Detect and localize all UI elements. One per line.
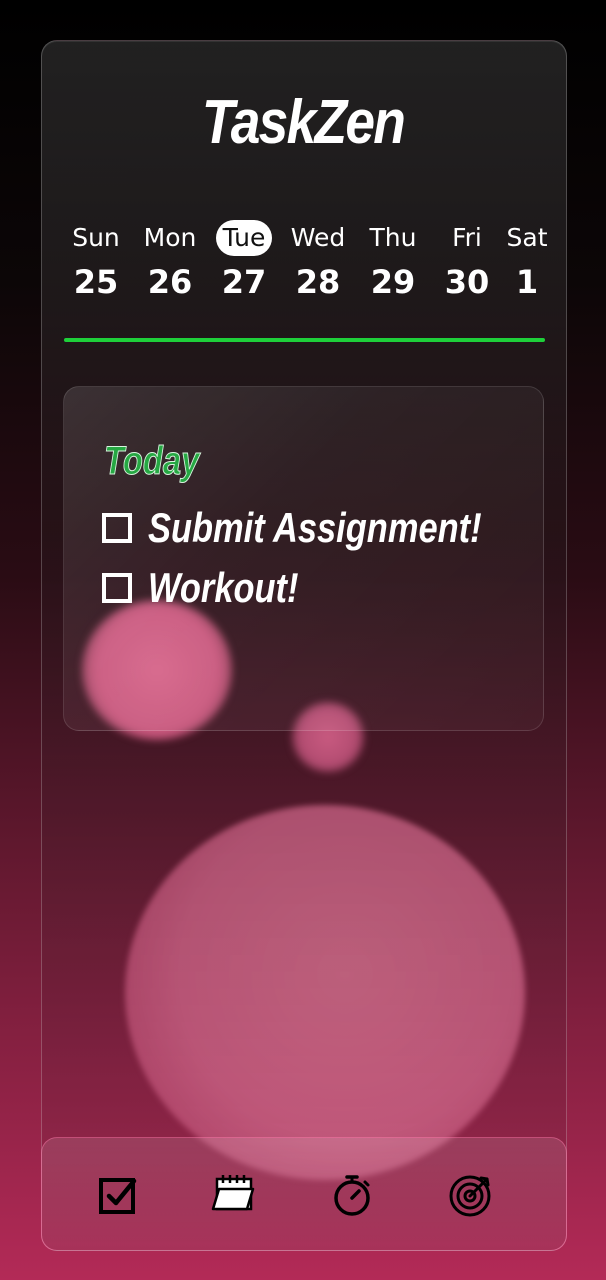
stopwatch-icon (334, 1175, 370, 1216)
app-title: TaskZen (201, 88, 406, 157)
day-name: Thu (369, 223, 417, 252)
today-heading: Today (104, 439, 200, 483)
day-number: 29 (370, 263, 416, 301)
nav-calendar-button[interactable] (207, 1169, 259, 1221)
day-sun[interactable]: Sun 25 (56, 220, 136, 298)
day-number: 27 (221, 263, 267, 301)
day-name: Tue (215, 220, 273, 256)
day-wed[interactable]: Wed 28 (278, 220, 358, 298)
target-icon (449, 1175, 491, 1217)
week-divider (64, 338, 545, 342)
nav-tasks-button[interactable] (92, 1169, 144, 1221)
day-mon[interactable]: Mon 26 (130, 220, 210, 298)
day-name: Fri (452, 223, 482, 252)
task-checkbox[interactable] (102, 513, 132, 543)
day-name: Sat (506, 223, 548, 252)
day-number: 26 (147, 263, 193, 301)
day-name: Sun (72, 223, 120, 252)
day-thu[interactable]: Thu 29 (353, 220, 433, 298)
today-panel: Today Submit Assignment! Workout! (63, 386, 544, 731)
task-checkbox[interactable] (102, 573, 132, 603)
bottom-nav (41, 1137, 567, 1251)
day-number: 28 (295, 263, 341, 301)
day-number: 1 (515, 263, 539, 301)
checkbox-tasks-icon (99, 1178, 137, 1214)
week-strip: Sun 25 Mon 26 Tue 27 Wed 28 Thu 29 Fri 3… (58, 220, 558, 310)
day-sat[interactable]: Sat 1 (487, 220, 567, 298)
day-name: Wed (290, 223, 346, 252)
task-item[interactable]: Submit Assignment! (102, 507, 555, 549)
day-name: Mon (143, 223, 197, 252)
calendar-icon (211, 1175, 255, 1211)
day-number: 25 (73, 263, 119, 301)
nav-goals-button[interactable] (445, 1169, 497, 1221)
task-item[interactable]: Workout! (102, 567, 332, 609)
day-tue[interactable]: Tue 27 (204, 220, 284, 298)
task-label: Submit Assignment! (148, 504, 482, 551)
nav-timer-button[interactable] (326, 1169, 378, 1221)
task-label: Workout! (148, 564, 299, 611)
